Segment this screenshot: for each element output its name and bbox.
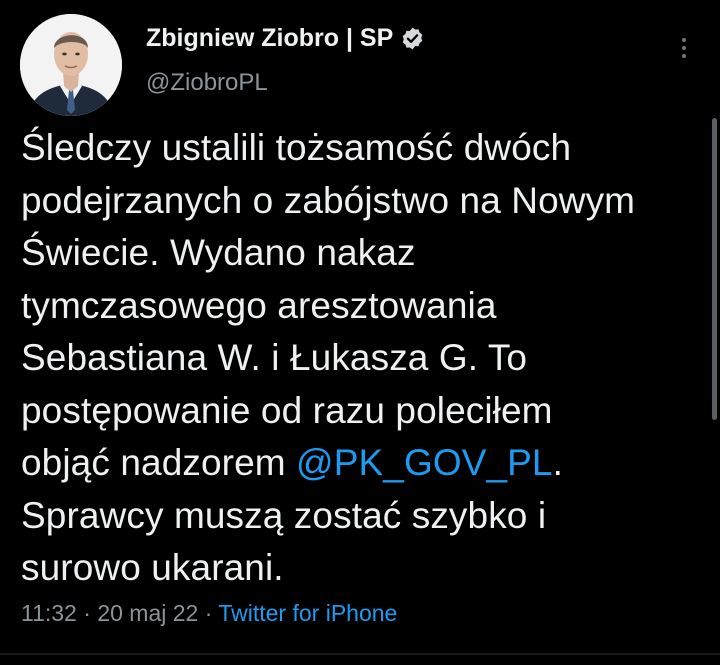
tweet-text-segment: objąć nadzorem: [21, 442, 297, 483]
author-name[interactable]: Zbigniew Ziobro | SP: [146, 24, 393, 53]
scrollbar[interactable]: [712, 118, 717, 420]
tweet-line: Sprawcy muszą zostać szybko i: [21, 494, 547, 536]
tweet-meta: 11:32 · 20 maj 22 · Twitter for iPhone: [21, 600, 397, 627]
more-options-icon[interactable]: [664, 28, 704, 68]
tweet-date[interactable]: 20 maj 22: [97, 600, 198, 626]
tweet-line: Śledczy ustalili tożsamość dwóch: [21, 127, 572, 168]
tweet-line: tymczasowego aresztowania: [21, 284, 497, 326]
profile-photo-icon: [20, 14, 122, 116]
tweet-line: Świecie. Wydano nakaz: [21, 232, 416, 273]
tweet-card: Zbigniew Ziobro | SP @ZiobroPL Śledczy u…: [0, 0, 720, 665]
meta-separator: ·: [198, 600, 219, 626]
verified-badge-icon: [400, 26, 425, 51]
divider: [0, 653, 720, 655]
tweet-line: objąć nadzorem @PK_GOV_PL.: [21, 437, 691, 490]
tweet-line: postępowanie od razu poleciłem: [21, 389, 553, 431]
tweet-text: Śledczy ustalili tożsamość dwóch podejrz…: [21, 122, 691, 595]
tweet-line: podejrzanych o zabójstwo na Nowym: [21, 179, 636, 221]
author-name-row[interactable]: Zbigniew Ziobro | SP: [146, 24, 425, 53]
tweet-text-segment: .: [552, 442, 564, 483]
tweet-line: surowo ukarani.: [21, 547, 284, 588]
author-handle[interactable]: @ZiobroPL: [146, 69, 268, 97]
mention-link[interactable]: @PK_GOV_PL: [296, 442, 553, 483]
avatar[interactable]: [20, 14, 122, 116]
tweet-time[interactable]: 11:32: [21, 600, 77, 626]
meta-separator: ·: [76, 600, 98, 626]
tweet-source-link[interactable]: Twitter for iPhone: [218, 600, 397, 626]
tweet-line: Sebastiana W. i Łukasza G. To: [21, 337, 528, 378]
